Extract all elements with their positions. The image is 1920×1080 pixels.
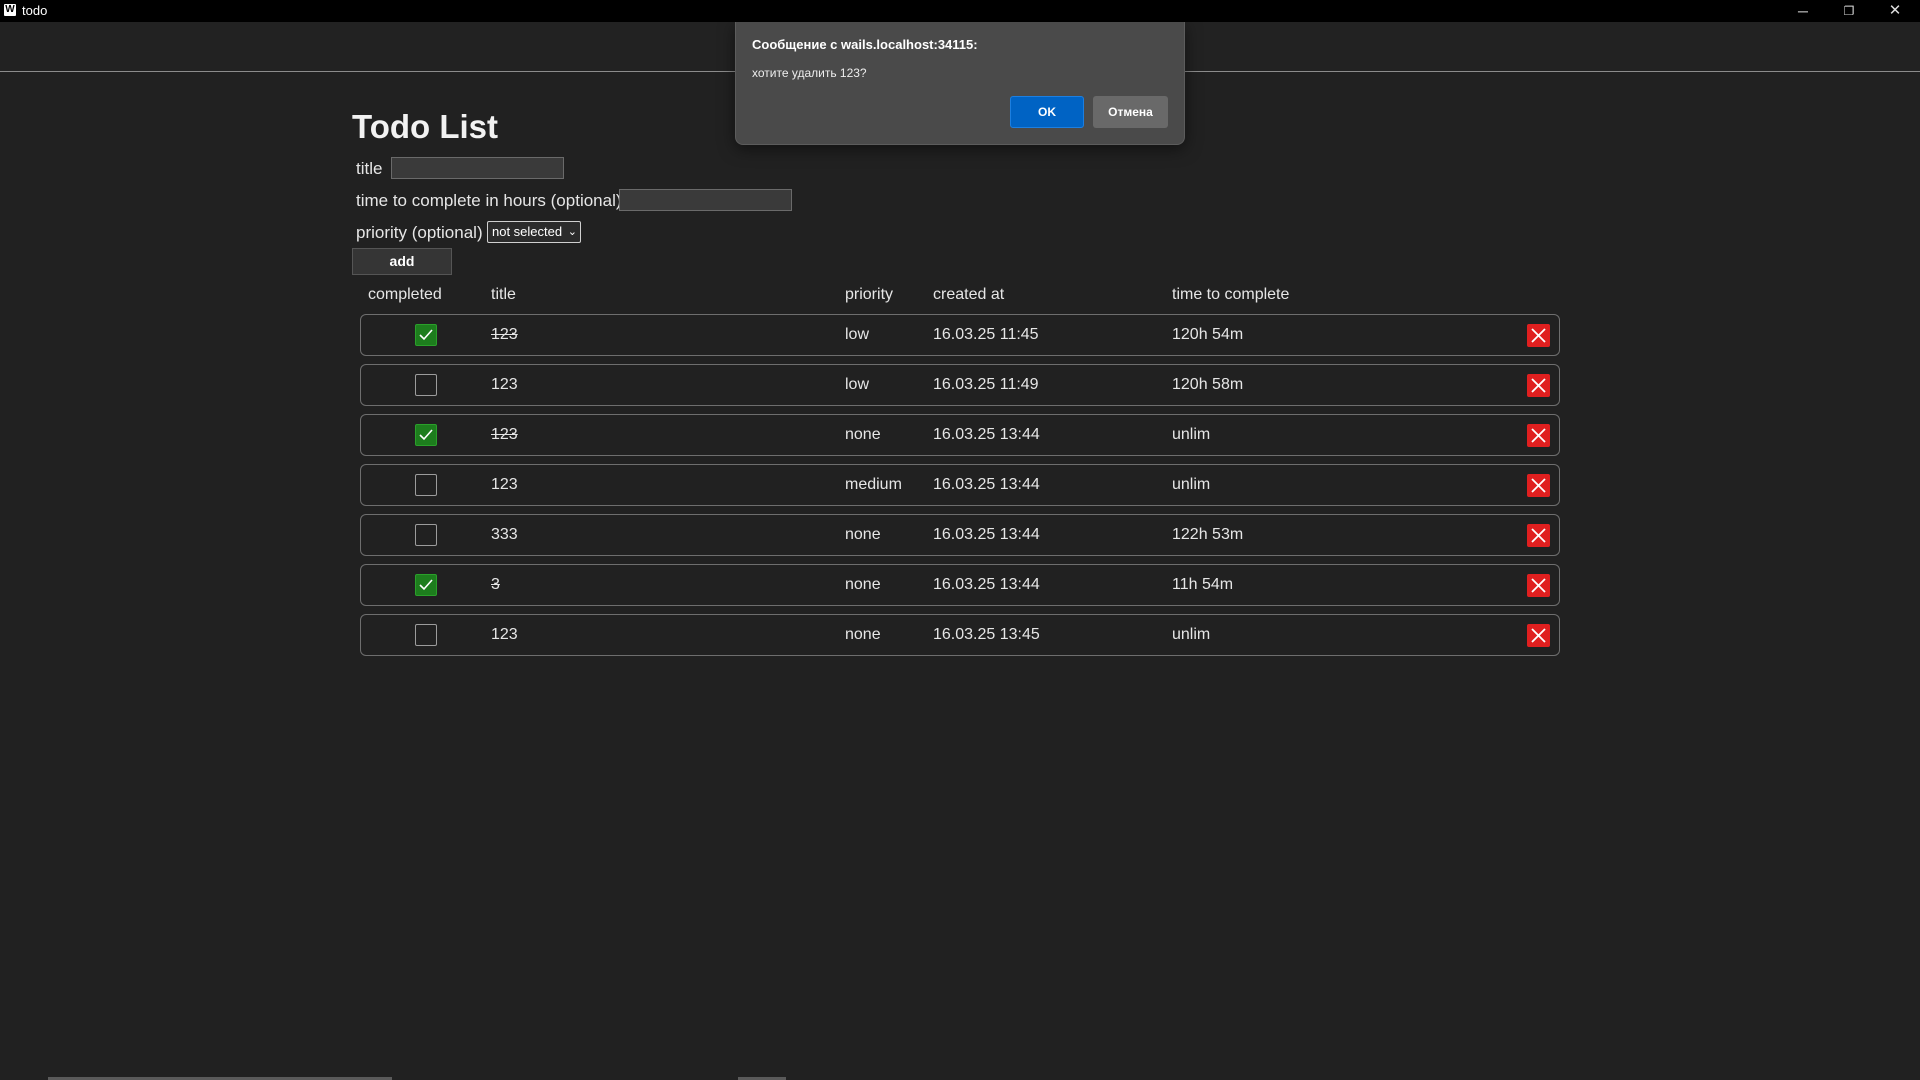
table-row: 123 none 16.03.25 13:44 unlim xyxy=(360,414,1560,456)
close-icon[interactable]: ✕ xyxy=(1872,0,1918,22)
todo-priority: low xyxy=(845,376,870,393)
column-header-created-at: created at xyxy=(933,286,1005,303)
close-icon xyxy=(1531,578,1546,593)
minimize-icon[interactable]: ─ xyxy=(1780,0,1826,22)
todo-priority: none xyxy=(845,626,881,643)
close-icon xyxy=(1531,478,1546,493)
checkbox-unchecked[interactable] xyxy=(415,474,437,496)
todo-time-to-complete: unlim xyxy=(1172,626,1211,643)
checkbox-unchecked[interactable] xyxy=(415,624,437,646)
time-input[interactable] xyxy=(619,189,792,211)
delete-button[interactable] xyxy=(1527,374,1550,397)
checkbox-checked[interactable] xyxy=(415,574,437,596)
todo-created-at: 16.03.25 13:44 xyxy=(933,426,1040,443)
priority-select[interactable]: not selected ⌄ xyxy=(487,221,581,243)
chevron-down-icon: ⌄ xyxy=(567,226,577,238)
delete-button[interactable] xyxy=(1527,624,1550,647)
todo-created-at: 16.03.25 11:49 xyxy=(933,376,1039,393)
add-button[interactable]: add xyxy=(352,248,452,275)
checkmark-icon xyxy=(419,429,433,441)
delete-button[interactable] xyxy=(1527,474,1550,497)
todo-priority: low xyxy=(845,326,870,343)
confirm-dialog: Сообщение с wails.localhost:34115: хотит… xyxy=(735,22,1185,145)
todo-time-to-complete: 120h 54m xyxy=(1172,326,1244,343)
column-header-completed: completed xyxy=(368,286,442,303)
delete-button[interactable] xyxy=(1527,324,1550,347)
todo-created-at: 16.03.25 13:44 xyxy=(933,576,1040,593)
todo-priority: medium xyxy=(845,476,902,493)
app-logo-icon: W xyxy=(4,4,16,16)
todo-title: 123 xyxy=(491,376,518,393)
close-icon xyxy=(1531,628,1546,643)
todo-title: 123 xyxy=(491,326,518,343)
page-title: Todo List xyxy=(352,108,499,145)
todo-created-at: 16.03.25 13:45 xyxy=(933,626,1040,643)
todo-time-to-complete: 120h 58m xyxy=(1172,376,1244,393)
close-icon xyxy=(1531,328,1546,343)
restore-icon[interactable]: ❐ xyxy=(1826,0,1872,22)
todo-priority: none xyxy=(845,426,881,443)
close-icon xyxy=(1531,378,1546,393)
table-row: 123 medium 16.03.25 13:44 unlim xyxy=(360,464,1560,506)
checkmark-icon xyxy=(419,329,433,341)
dialog-title: Сообщение с wails.localhost:34115: xyxy=(752,37,978,52)
column-header-priority: priority xyxy=(845,286,894,303)
table-row: 123 low 16.03.25 11:49 120h 58m xyxy=(360,364,1560,406)
table-row: 123 low 16.03.25 11:45 120h 54m xyxy=(360,314,1560,356)
delete-button[interactable] xyxy=(1527,424,1550,447)
todo-title: 123 xyxy=(491,426,518,443)
title-input[interactable] xyxy=(391,157,564,179)
delete-button[interactable] xyxy=(1527,524,1550,547)
todo-created-at: 16.03.25 13:44 xyxy=(933,476,1040,493)
checkmark-icon xyxy=(419,579,433,591)
checkbox-unchecked[interactable] xyxy=(415,524,437,546)
window-title: todo xyxy=(22,3,48,18)
todo-title: 123 xyxy=(491,626,518,643)
table-row: 3 none 16.03.25 13:44 11h 54m xyxy=(360,564,1560,606)
todo-created-at: 16.03.25 11:45 xyxy=(933,326,1039,343)
title-label: title xyxy=(356,159,383,178)
todo-title: 333 xyxy=(491,526,518,543)
todo-time-to-complete: unlim xyxy=(1172,476,1211,493)
priority-label: priority (optional) xyxy=(356,223,483,242)
checkbox-unchecked[interactable] xyxy=(415,374,437,396)
todo-time-to-complete: 11h 54m xyxy=(1172,576,1234,593)
todo-priority: none xyxy=(845,526,881,543)
table-row: 333 none 16.03.25 13:44 122h 53m xyxy=(360,514,1560,556)
column-header-time-to-complete: time to complete xyxy=(1172,286,1290,303)
window-titlebar[interactable]: W todo ─ ❐ ✕ xyxy=(0,0,1920,22)
delete-button[interactable] xyxy=(1527,574,1550,597)
priority-select-value: not selected xyxy=(492,224,563,239)
close-icon xyxy=(1531,528,1546,543)
todo-priority: none xyxy=(845,576,881,593)
dialog-cancel-button[interactable]: Отмена xyxy=(1093,96,1168,128)
todo-title: 3 xyxy=(491,576,500,593)
todo-time-to-complete: 122h 53m xyxy=(1172,526,1244,543)
time-label: time to complete in hours (optional) xyxy=(356,191,622,210)
todo-time-to-complete: unlim xyxy=(1172,426,1211,443)
dialog-ok-button[interactable]: OK xyxy=(1010,96,1084,128)
checkbox-checked[interactable] xyxy=(415,424,437,446)
todo-created-at: 16.03.25 13:44 xyxy=(933,526,1040,543)
close-icon xyxy=(1531,428,1546,443)
dialog-message: хотите удалить 123? xyxy=(752,66,867,80)
checkbox-checked[interactable] xyxy=(415,324,437,346)
column-header-title: title xyxy=(491,286,516,303)
todo-title: 123 xyxy=(491,476,518,493)
table-row: 123 none 16.03.25 13:45 unlim xyxy=(360,614,1560,656)
